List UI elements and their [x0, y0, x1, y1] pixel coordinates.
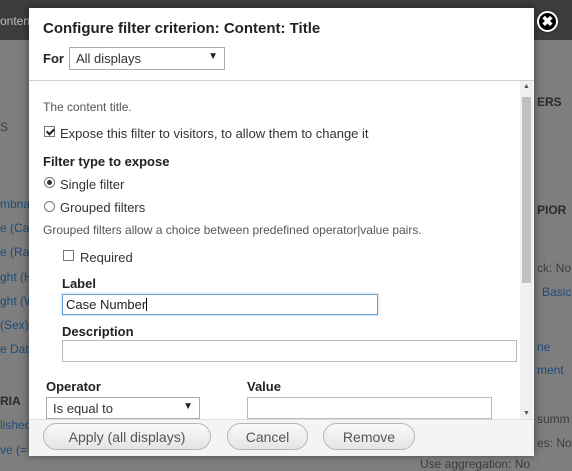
- background-link: ne: [537, 340, 551, 354]
- dialog-scroll-area: The content title. Expose this filter to…: [29, 81, 534, 419]
- expose-filter-checkbox[interactable]: [44, 126, 55, 137]
- remove-button[interactable]: Remove: [323, 423, 415, 450]
- chevron-down-icon: ▼: [183, 401, 193, 412]
- description-input[interactable]: [62, 340, 517, 362]
- scrollbar-thumb[interactable]: [522, 97, 531, 283]
- background-link: ght (H: [0, 270, 33, 284]
- single-filter-radio[interactable]: [44, 177, 55, 188]
- grouped-filters-radio[interactable]: [44, 201, 55, 212]
- grouped-filters-label[interactable]: Grouped filters: [60, 200, 145, 215]
- background-text: Use aggregation: No: [420, 457, 531, 471]
- background-link: ment: [537, 363, 564, 377]
- required-checkbox[interactable]: [63, 250, 74, 261]
- background-text: summ: [537, 412, 570, 426]
- operator-select[interactable]: Is equal to ▼: [46, 397, 200, 419]
- background-text: ck: No: [537, 261, 572, 275]
- chevron-down-icon: ▼: [208, 51, 218, 62]
- operator-heading: Operator: [46, 379, 101, 394]
- dialog-footer: Apply (all displays) Cancel Remove: [29, 419, 534, 456]
- background-link: mbna: [0, 197, 31, 211]
- background-heading: PIOR: [537, 203, 567, 217]
- value-heading: Value: [247, 379, 281, 394]
- display-scope-select[interactable]: All displays ▼: [69, 47, 225, 70]
- dialog-title: Configure filter criterion: Content: Tit…: [43, 20, 321, 37]
- background-link: ve (=: [0, 443, 28, 457]
- grouped-filters-help: Grouped filters allow a choice between p…: [43, 223, 422, 237]
- description-heading: Description: [62, 324, 134, 339]
- label-heading: Label: [62, 276, 96, 291]
- background-link: lished: [0, 418, 32, 432]
- background-tab: onten: [0, 14, 31, 28]
- required-label[interactable]: Required: [80, 250, 133, 265]
- scroll-down-icon[interactable]: ▼: [520, 410, 533, 417]
- display-scope-value: All displays: [76, 51, 142, 66]
- single-filter-label[interactable]: Single filter: [60, 177, 124, 192]
- label-input-value: Case Number: [66, 297, 147, 312]
- apply-all-displays-button[interactable]: Apply (all displays): [43, 423, 211, 450]
- background-text: S: [0, 120, 9, 134]
- background-link: Basic: [542, 285, 572, 299]
- value-input[interactable]: [247, 397, 492, 419]
- background-link: e Dat: [0, 342, 29, 356]
- close-icon[interactable]: ✖: [537, 11, 558, 32]
- cancel-button[interactable]: Cancel: [227, 423, 308, 450]
- filter-type-heading: Filter type to expose: [43, 154, 170, 169]
- for-label: For: [43, 51, 64, 66]
- background-heading: ERS: [537, 95, 562, 109]
- text-cursor: [146, 298, 148, 311]
- dialog-scrollbar[interactable]: ▲ ▼: [520, 81, 533, 419]
- scroll-up-icon[interactable]: ▲: [520, 83, 533, 90]
- label-input[interactable]: Case Number: [62, 294, 378, 315]
- background-link: (Sex): [0, 318, 29, 332]
- expose-filter-label[interactable]: Expose this filter to visitors, to allow…: [60, 126, 369, 141]
- field-description: The content title.: [43, 100, 132, 114]
- configure-filter-dialog: Configure filter criterion: Content: Tit…: [29, 8, 534, 456]
- background-heading: RIA: [0, 394, 21, 408]
- operator-value: Is equal to: [53, 401, 113, 416]
- background-text: es: No: [537, 436, 572, 450]
